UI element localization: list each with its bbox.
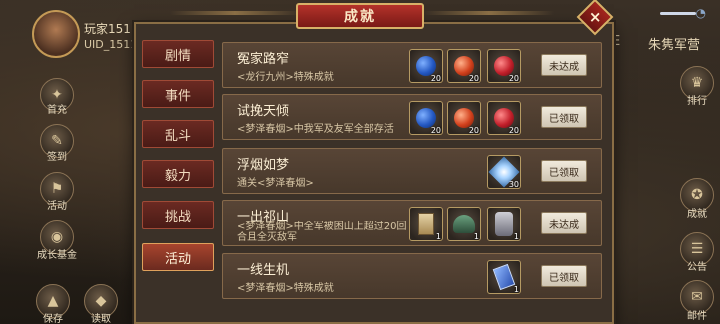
reward-item[interactable]: 20: [409, 49, 443, 83]
load-icon: ◆: [95, 293, 107, 309]
save-icon: ▲: [47, 293, 59, 309]
notice-label: 公告: [687, 262, 707, 273]
faction-label[interactable]: 朱隽军营: [648, 34, 700, 53]
reward-item[interactable]: 20: [447, 49, 481, 83]
modal-title: 成就: [296, 3, 424, 29]
red-orb-icon: [454, 56, 474, 76]
reward-item[interactable]: 1: [447, 207, 481, 241]
achievement-hud-label: 成就: [687, 209, 707, 220]
first-recharge-label: 首充: [47, 105, 67, 116]
tab-perseverance[interactable]: 毅力: [142, 160, 214, 188]
achievement-desc: <梦泽春烟>中我军及友军全部存活: [237, 124, 394, 135]
status-button[interactable]: 未达成: [541, 54, 587, 76]
achievement-desc: <龙行九州>特殊成就: [237, 72, 334, 83]
close-icon: ×: [588, 7, 602, 26]
red-gem-icon: [494, 108, 514, 128]
blue-orb-icon: [416, 56, 436, 76]
tab-activity[interactable]: 活动: [142, 243, 214, 271]
coin-icon: ◉: [50, 229, 64, 245]
reward-item[interactable]: 20: [447, 101, 481, 135]
calendar-icon: ✎: [51, 133, 63, 149]
medal-icon: ✪: [691, 187, 703, 203]
player-avatar[interactable]: [32, 10, 80, 58]
red-gem-icon: [494, 56, 514, 76]
armor-icon: [495, 212, 513, 236]
title-ornament-left: [170, 11, 300, 15]
load-label: 读取: [91, 314, 111, 324]
achievement-row: 试挽天倾 <梦泽春烟>中我军及友军全部存活 20 20 20 已领取: [222, 94, 602, 140]
status-button[interactable]: 未达成: [541, 212, 587, 234]
player-name: 玩家151: [84, 22, 131, 36]
card-icon: [492, 263, 516, 291]
tab-challenge[interactable]: 挑战: [142, 201, 214, 229]
growth-fund-label: 成长基金: [37, 250, 77, 261]
achievement-row: 一出祁山 <梦泽春烟>中全军被困山上超过20回合且全灭敌军 1 1 1 未达成: [222, 200, 602, 246]
mail-icon: ✉: [691, 289, 703, 305]
flag-icon: ⚑: [50, 181, 64, 197]
achievement-title: 一线生机: [237, 263, 290, 278]
reward-item[interactable]: 1: [487, 207, 521, 241]
reward-item[interactable]: 20: [487, 49, 521, 83]
reward-item[interactable]: 20: [409, 101, 443, 135]
achievement-desc: <梦泽春烟>中全军被困山上超过20回合且全灭敌军: [237, 221, 407, 243]
tablet-icon: [418, 213, 434, 235]
tab-event[interactable]: 事件: [142, 80, 214, 108]
reward-item[interactable]: 30: [487, 155, 521, 189]
save-label: 保存: [43, 314, 63, 324]
ranking-label: 排行: [687, 96, 707, 107]
trophy-icon: ♛: [690, 75, 704, 91]
reward-item[interactable]: 1: [409, 207, 443, 241]
mail-label: 邮件: [687, 311, 707, 322]
status-button[interactable]: 已领取: [541, 160, 587, 182]
sign-in-label: 签到: [47, 152, 67, 163]
achievement-row: 一线生机 <梦泽春烟>特殊成就 1 已领取: [222, 253, 602, 299]
scroll-icon: ☰: [690, 241, 704, 257]
achievement-title: 冤家路窄: [237, 52, 290, 67]
activity-label: 活动: [47, 201, 67, 212]
helmet-icon: [453, 215, 475, 233]
achievement-title: 试挽天倾: [237, 104, 290, 119]
achievement-row: 冤家路窄 <龙行九州>特殊成就 20 20 20 未达成: [222, 42, 602, 88]
achievement-desc: 通关<梦泽春烟>: [237, 178, 314, 189]
blue-orb-icon: [416, 108, 436, 128]
wifi-icon: ◔: [695, 6, 706, 20]
title-ornament-right: [424, 11, 554, 15]
tab-brawl[interactable]: 乱斗: [142, 120, 214, 148]
reward-item[interactable]: 20: [487, 101, 521, 135]
status-button[interactable]: 已领取: [541, 106, 587, 128]
achievement-desc: <梦泽春烟>特殊成就: [237, 283, 334, 294]
red-orb-icon: [454, 108, 474, 128]
achievement-row: 浮烟如梦 通关<梦泽春烟> 30 已领取: [222, 148, 602, 194]
status-button[interactable]: 已领取: [541, 265, 587, 287]
reward-item[interactable]: 1: [487, 260, 521, 294]
achievement-title: 浮烟如梦: [237, 158, 290, 173]
tab-story[interactable]: 剧情: [142, 40, 214, 68]
status-bar-indicator: [660, 12, 696, 15]
